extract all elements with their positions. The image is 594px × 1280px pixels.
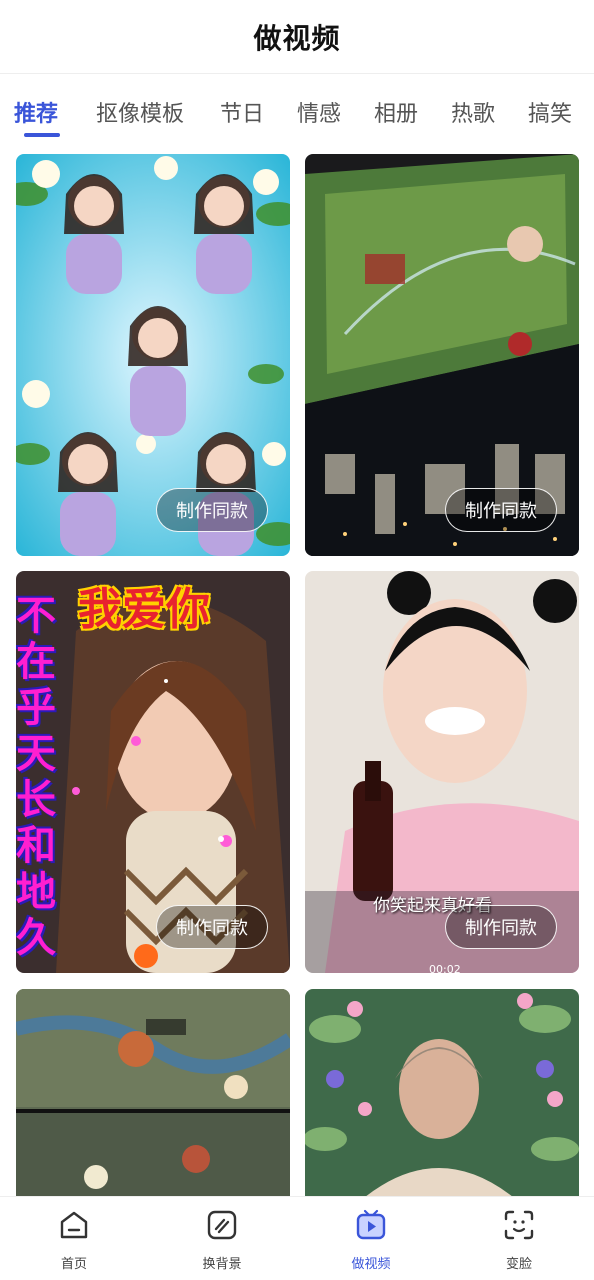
video-timestamp: 00:02: [429, 963, 461, 973]
nav-face-swap[interactable]: 变脸: [474, 1207, 564, 1277]
nav-background-swap[interactable]: 换背景: [177, 1207, 267, 1277]
tab-holiday[interactable]: 节日: [220, 96, 264, 128]
face-scan-icon: [504, 1210, 534, 1240]
home-icon: [60, 1211, 88, 1239]
tab-album[interactable]: 相册: [374, 96, 418, 128]
template-card[interactable]: 制作同款: [16, 154, 290, 556]
template-card[interactable]: 制作同款: [305, 154, 579, 556]
make-same-button[interactable]: 制作同款: [156, 488, 268, 532]
video-play-icon: [356, 1209, 386, 1240]
make-same-button[interactable]: 制作同款: [445, 905, 557, 949]
page-title: 做视频: [253, 21, 341, 55]
nav-home-label: 首页: [60, 1257, 87, 1272]
active-tab-indicator: [24, 133, 60, 137]
tab-matting-template[interactable]: 抠像模板: [96, 96, 184, 128]
nav-face-swap-label: 变脸: [505, 1257, 532, 1272]
template-card[interactable]: 你笑起来真好看 制作同款 00:02: [305, 571, 579, 973]
background-swap-icon: [207, 1210, 237, 1240]
bottom-navigation: 首页 换背景 做视频 变脸: [0, 1196, 594, 1280]
template-card[interactable]: [305, 989, 579, 1197]
nav-home[interactable]: 首页: [29, 1207, 119, 1277]
overlay-side-text: 不在乎天长和地久: [16, 593, 56, 961]
template-card[interactable]: 我爱你 不在乎天长和地久 制作同款: [16, 571, 290, 973]
tab-emotion[interactable]: 情感: [297, 96, 341, 128]
tab-recommend[interactable]: 推荐: [14, 96, 58, 128]
template-card[interactable]: [16, 989, 290, 1197]
template-thumbnail: [16, 989, 290, 1197]
make-same-button[interactable]: 制作同款: [156, 905, 268, 949]
app-header: 做视频: [0, 0, 594, 74]
nav-make-video[interactable]: 做视频: [326, 1207, 416, 1277]
nav-make-video-label: 做视频: [351, 1257, 391, 1272]
template-thumbnail: [305, 989, 579, 1197]
category-tabs: 推荐 抠像模板 节日 情感 相册 热歌 搞笑: [0, 78, 594, 142]
nav-background-swap-label: 换背景: [202, 1257, 242, 1272]
overlay-title-text: 我爱你: [78, 584, 210, 635]
make-same-button[interactable]: 制作同款: [445, 488, 557, 532]
tab-hot-songs[interactable]: 热歌: [451, 96, 495, 128]
tab-funny[interactable]: 搞笑: [528, 96, 572, 128]
